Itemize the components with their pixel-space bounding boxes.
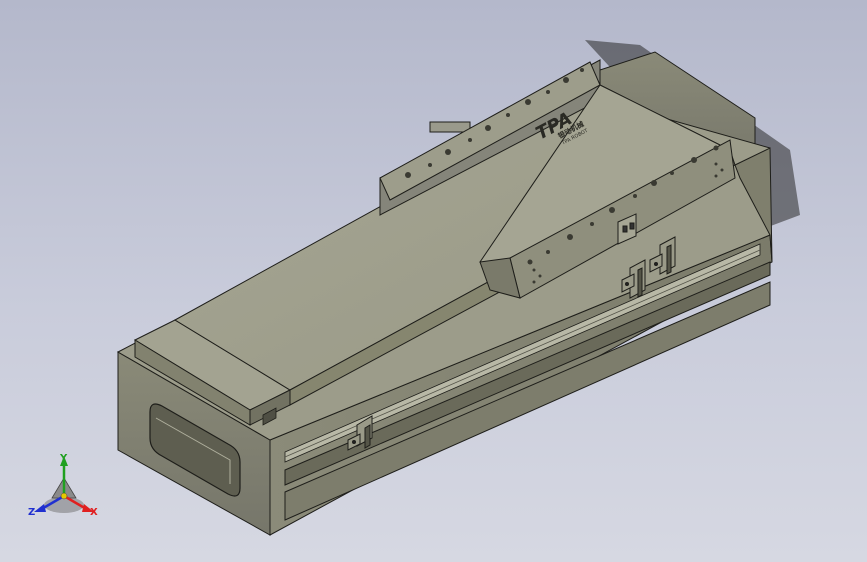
shaft (429, 121, 471, 133)
linear-module-model[interactable]: TPA 银动机械 TPA ROBOT Y X Z (0, 0, 867, 562)
cad-viewport[interactable]: TPA 银动机械 TPA ROBOT Y X Z (0, 0, 867, 562)
triad-x-label: X (90, 507, 98, 518)
coordinate-triad: Y X Z (28, 453, 98, 518)
triad-y-label: Y (59, 453, 68, 464)
triad-z-label: Z (28, 507, 35, 518)
